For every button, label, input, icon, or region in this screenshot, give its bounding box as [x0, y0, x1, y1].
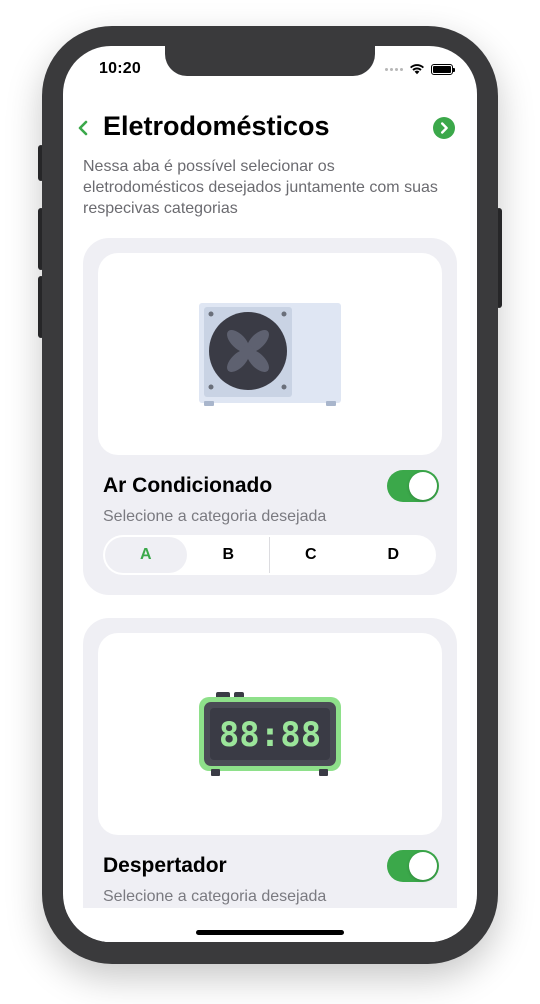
clock-display: 88:88	[219, 715, 321, 755]
toggle-knob	[409, 852, 437, 880]
page-description: Nessa aba é possível selecionar os eletr…	[83, 158, 438, 217]
appliance-card-ar-condicionado: Ar Condicionado Selecione a categoria de…	[83, 238, 457, 595]
appliance-image: 88:88	[98, 633, 442, 835]
category-option-c[interactable]: C	[270, 537, 352, 573]
appliance-name: Ar Condicionado	[103, 474, 273, 497]
appliance-image	[98, 253, 442, 455]
battery-icon	[431, 63, 455, 75]
bottom-safe-area	[63, 908, 477, 942]
appliance-subtitle: Selecione a categoria desejada	[103, 508, 327, 525]
category-option-a[interactable]: A	[105, 537, 187, 573]
appliance-card-despertador: 88:88 Despertador Selecione a categoria …	[83, 618, 457, 942]
appliance-toggle[interactable]	[387, 850, 439, 882]
page-title: Eletrodomésticos	[103, 111, 330, 141]
toggle-knob	[409, 472, 437, 500]
header: Eletrodomésticos	[63, 108, 477, 150]
appliance-toggle[interactable]	[387, 470, 439, 502]
chevron-left-icon	[78, 120, 88, 136]
home-indicator[interactable]	[196, 930, 344, 935]
notch	[165, 46, 375, 76]
appliance-name: Despertador	[103, 854, 227, 877]
appliance-subtitle: Selecione a categoria desejada	[103, 888, 327, 905]
chevron-right-circle-icon	[441, 122, 448, 134]
next-button[interactable]	[433, 117, 455, 139]
category-selector: A B C D	[103, 535, 436, 575]
air-conditioner-icon	[199, 303, 341, 406]
signal-icon	[385, 67, 403, 71]
category-option-d[interactable]: D	[353, 537, 435, 573]
status-icons	[385, 63, 455, 75]
category-option-b[interactable]: B	[188, 537, 270, 573]
back-button[interactable]	[75, 116, 93, 140]
status-time: 10:20	[99, 60, 141, 77]
alarm-clock-icon: 88:88	[199, 692, 341, 776]
wifi-icon	[410, 64, 424, 75]
screen: 10:20 Eletrodomésticos Nessa aba é possí…	[63, 46, 477, 942]
